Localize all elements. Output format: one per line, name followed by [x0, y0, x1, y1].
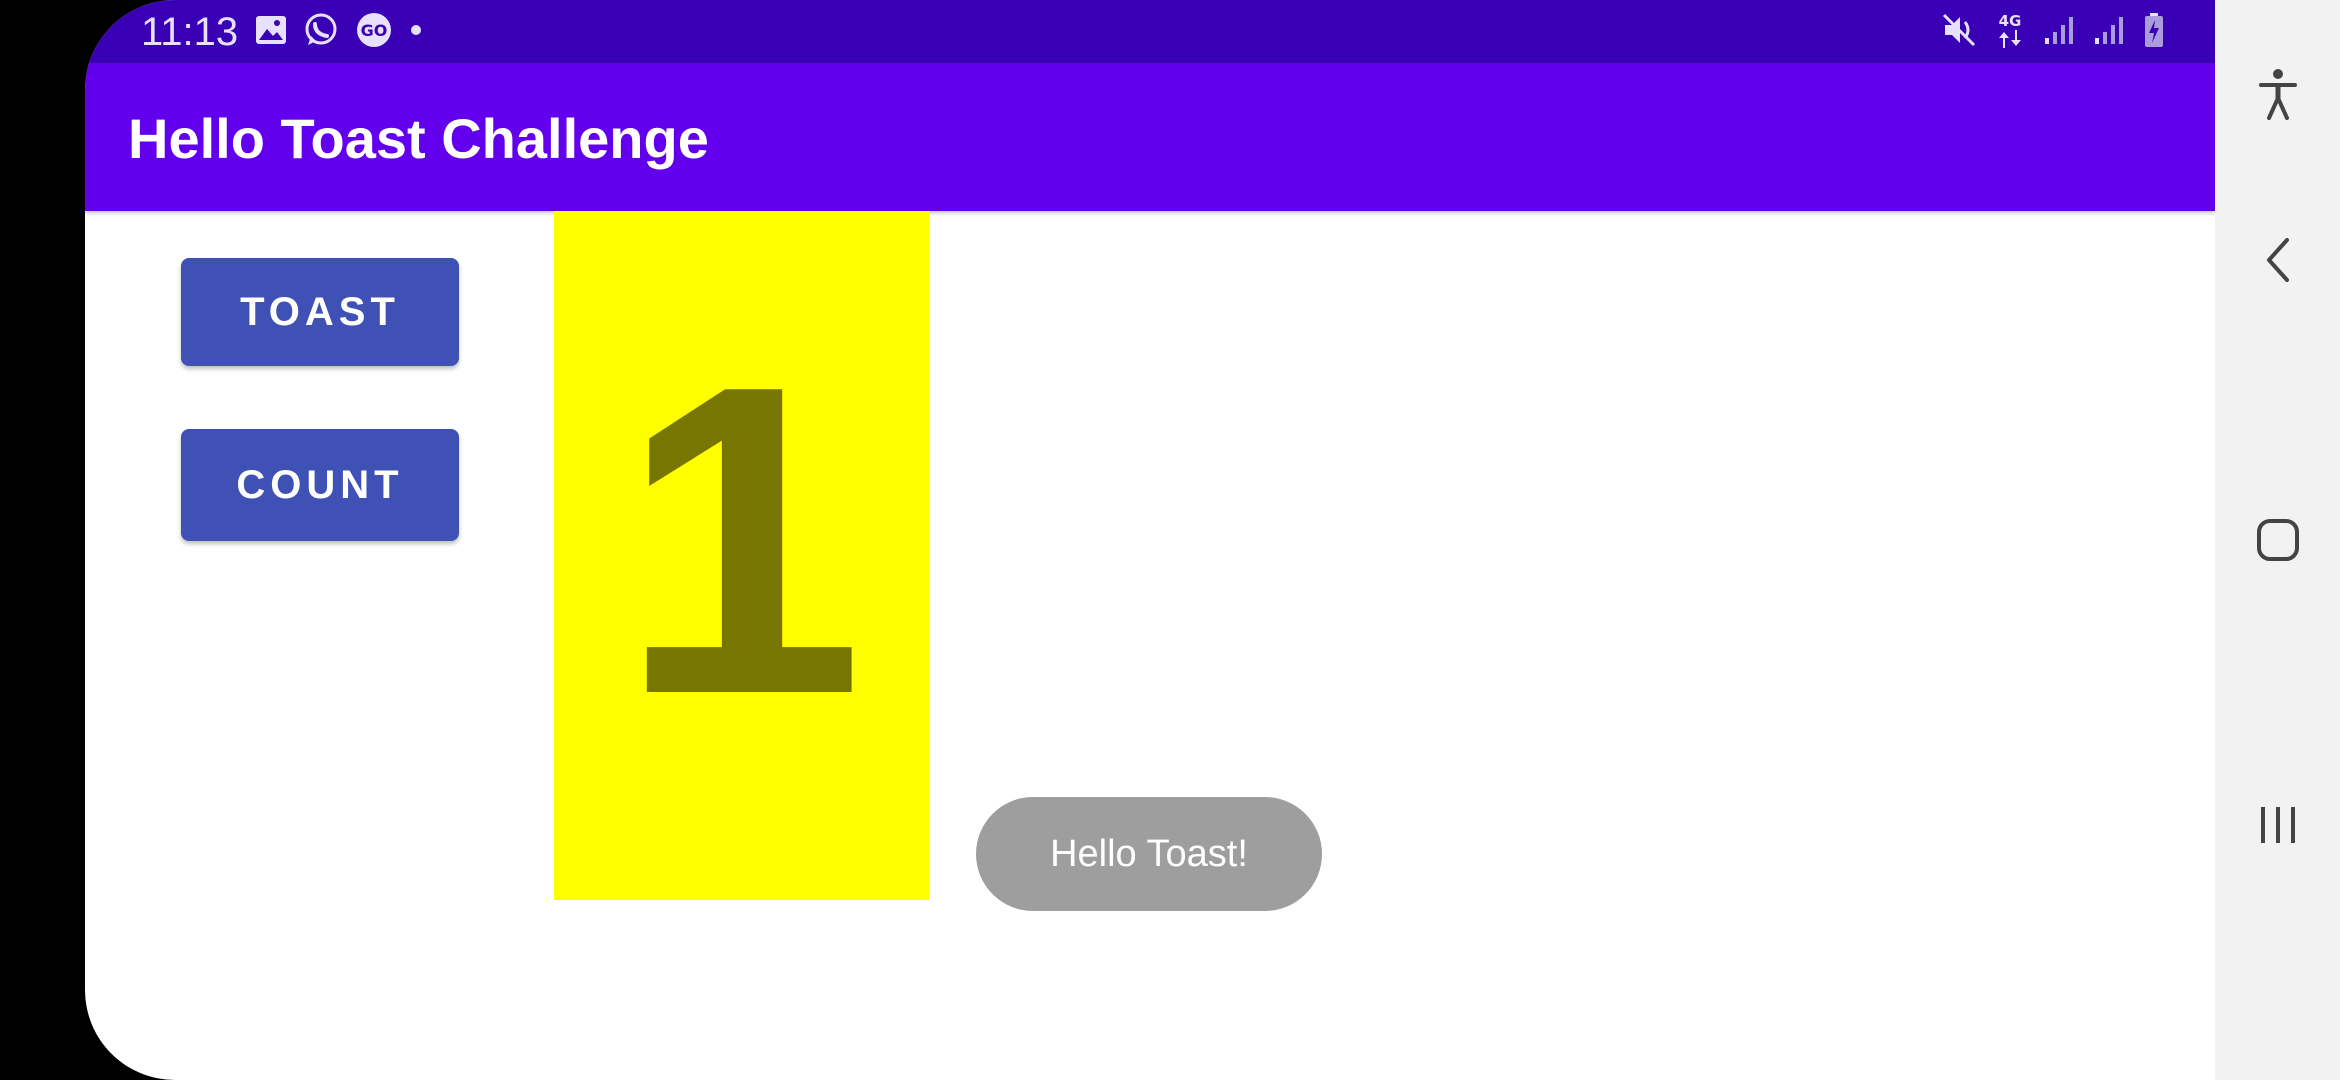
home-icon[interactable]: [2215, 515, 2340, 565]
battery-charging-icon: [2143, 12, 2165, 53]
notification-icons: GO: [255, 12, 423, 53]
status-bar: 11:13 GO 4G: [85, 0, 2215, 63]
gallery-icon: [255, 15, 287, 50]
accessibility-icon[interactable]: [2215, 62, 2340, 126]
signal-icon: [2093, 14, 2125, 51]
back-icon[interactable]: [2215, 230, 2340, 290]
status-time: 11:13: [141, 10, 239, 54]
network-4g-icon: 4G: [1995, 10, 2025, 55]
app-screen: 11:13 GO 4G Hello Toast Challenge TOAST …: [85, 0, 2215, 1080]
toast-message: Hello Toast!: [976, 797, 1322, 911]
signal-icon: [2043, 14, 2075, 51]
svg-text:4G: 4G: [1999, 12, 2022, 30]
svg-text:GO: GO: [361, 21, 388, 40]
whatsapp-icon: [303, 12, 339, 53]
toast-button[interactable]: TOAST: [181, 258, 459, 366]
navigation-bar: [2215, 0, 2340, 1080]
system-status-icons: 4G: [1941, 12, 2165, 52]
mute-icon: [1941, 12, 1977, 53]
app-title: Hello Toast Challenge: [128, 107, 709, 170]
counter-display: 1: [554, 211, 929, 900]
app-bar: Hello Toast Challenge: [85, 63, 2215, 211]
count-button[interactable]: COUNT: [181, 429, 459, 541]
dot-icon: [409, 23, 423, 42]
go-icon: GO: [355, 12, 393, 53]
recents-icon[interactable]: [2215, 800, 2340, 850]
